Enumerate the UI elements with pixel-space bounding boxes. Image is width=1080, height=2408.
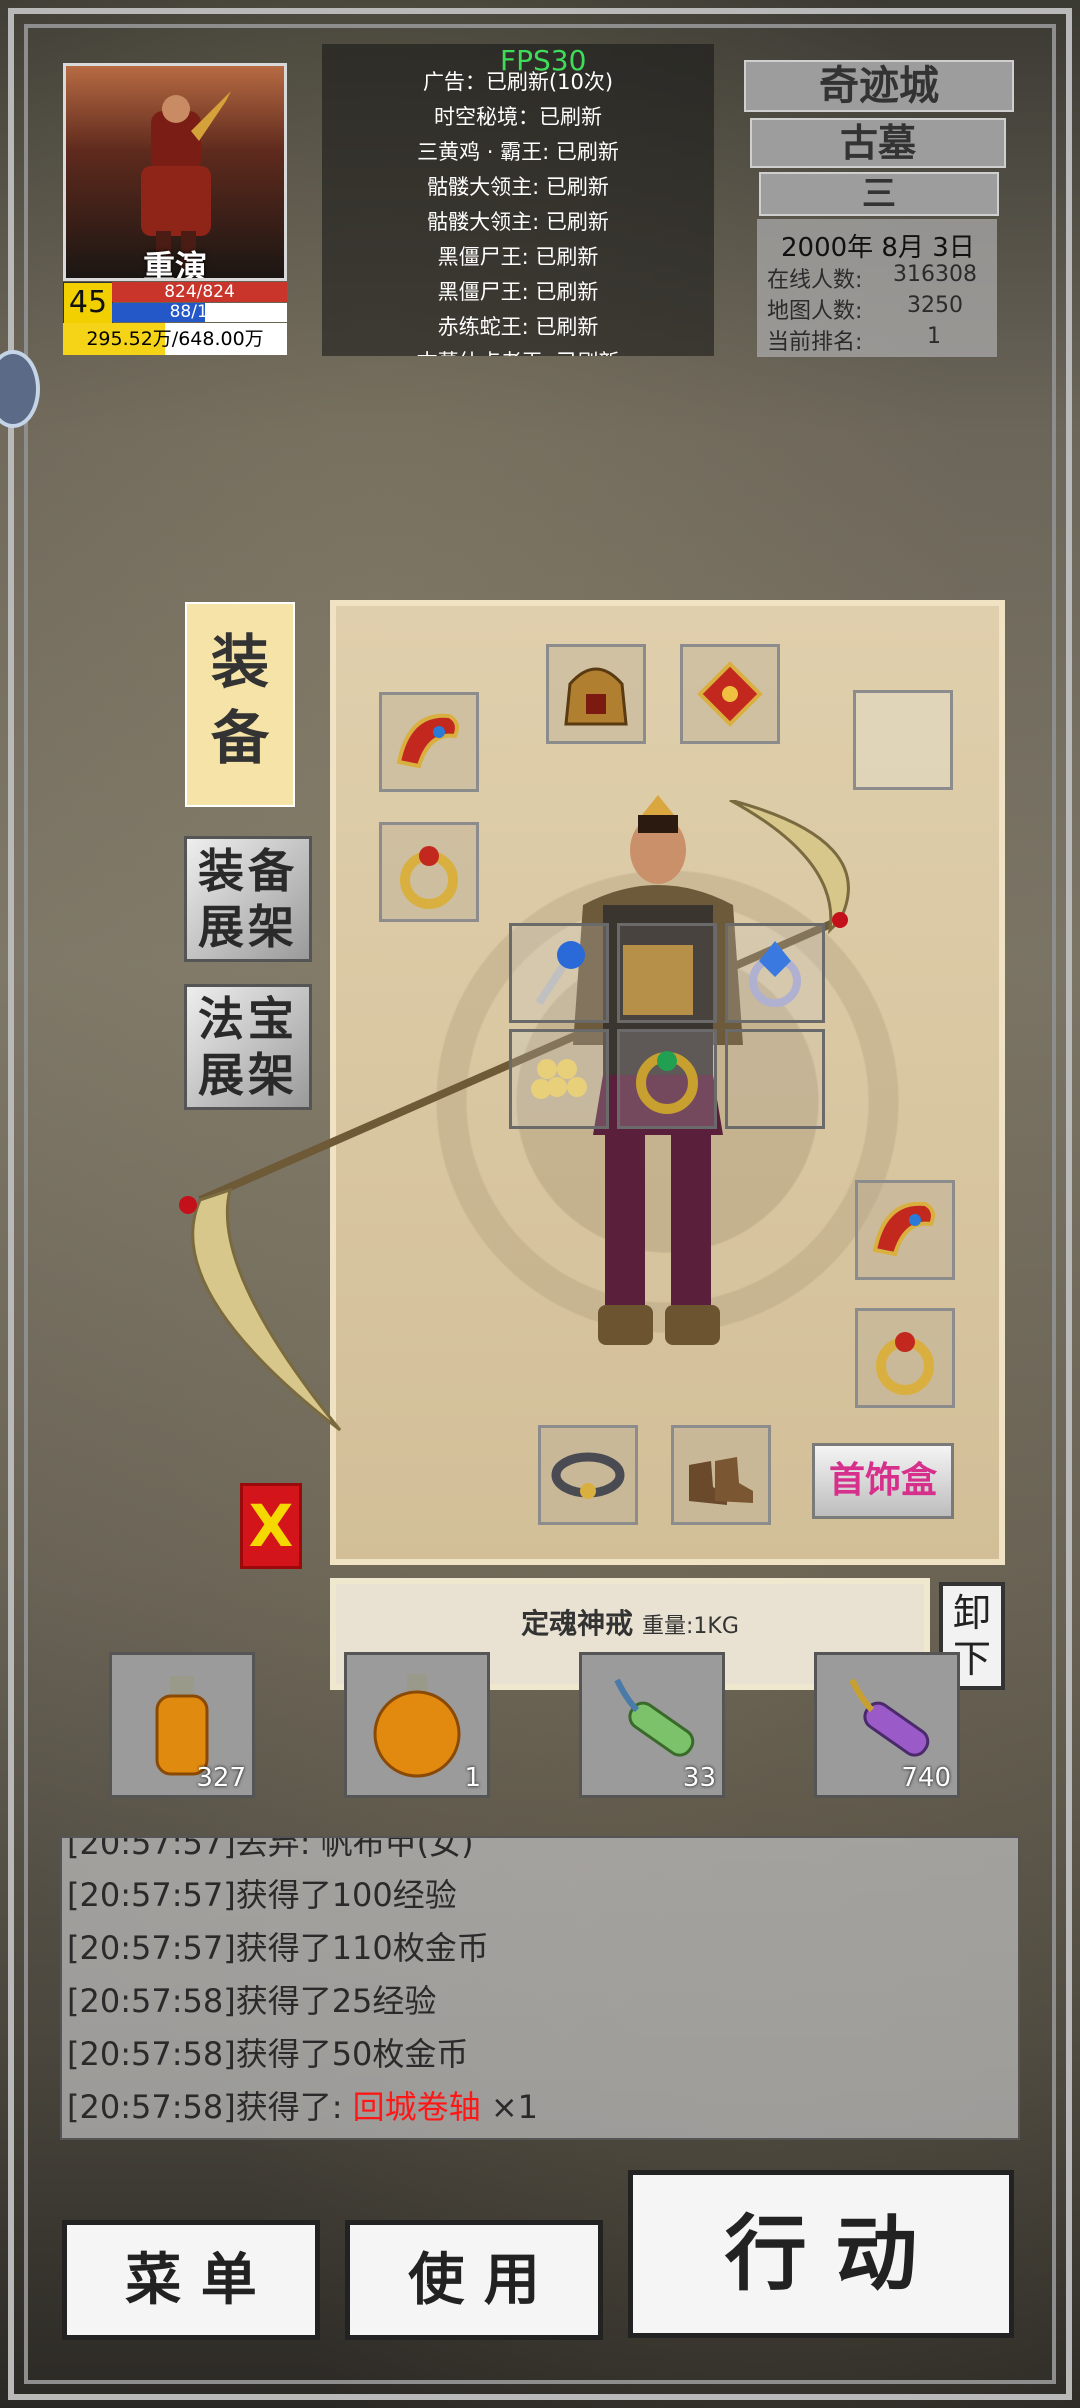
golden-helmet-icon xyxy=(564,667,628,726)
boss-line: 黑僵尸王: 已刷新 xyxy=(437,245,599,269)
unequip-label-top: 卸 xyxy=(952,1591,991,1635)
quick-slot-4[interactable]: 740 xyxy=(814,1652,960,1798)
rank-label: 当前排名: xyxy=(767,330,863,355)
quick-slot-count: 1 xyxy=(464,1763,481,1793)
player-level: 45 xyxy=(63,282,113,324)
rank-value: 1 xyxy=(927,324,941,349)
log-prefix: [20:57:58]获得了: xyxy=(67,2088,353,2126)
red-necklace-icon xyxy=(697,661,763,727)
quick-slot-count: 33 xyxy=(682,1763,716,1793)
boss-line: 骷髅大领主: 已刷新 xyxy=(427,210,609,234)
item-info-text: 定魂神戒 重量:1KG xyxy=(336,1602,924,1642)
slot-ring-selected[interactable] xyxy=(617,1029,717,1129)
log-line: [20:57:57]丢弃: 帆布甲(女) xyxy=(67,1836,474,1862)
log-line: [20:57:58]获得了50枚金币 xyxy=(67,2035,469,2073)
slot-gem[interactable] xyxy=(725,923,825,1023)
belt-icon xyxy=(551,1452,625,1499)
item-name: 定魂神戒 xyxy=(521,1607,634,1640)
action-button[interactable]: 行 动 xyxy=(628,2170,1014,2338)
golden-beads-icon xyxy=(531,1059,587,1099)
fps-counter: FPS30 xyxy=(500,44,587,77)
boss-line: 时空秘境：已刷新 xyxy=(434,105,602,129)
slot-belt-orb[interactable] xyxy=(509,1029,609,1129)
online-count: 316308 xyxy=(893,262,977,287)
online-label: 在线人数: xyxy=(767,268,863,293)
red-bracelet-icon xyxy=(872,1201,935,1257)
map-count-label: 地图人数: xyxy=(767,299,863,324)
log-line: [20:57:58]获得了25经验 xyxy=(67,1982,437,2020)
slot-medal[interactable] xyxy=(509,923,609,1023)
game-date: 2000年 8月 3日 xyxy=(781,233,975,263)
mp-value: 88/166 xyxy=(169,302,230,322)
slot-center-top[interactable] xyxy=(617,923,717,1023)
item-weight: 重量:1KG xyxy=(642,1614,739,1639)
menu-button[interactable]: 菜 单 xyxy=(62,2220,320,2340)
slot-center-right[interactable] xyxy=(725,1029,825,1129)
exp-bar: 295.52万/648.00万 xyxy=(63,323,287,355)
red-bracelet-icon xyxy=(396,713,459,769)
slot-ring-left[interactable] xyxy=(379,822,479,922)
slot-ring-right[interactable] xyxy=(855,1308,955,1408)
slot-helmet[interactable] xyxy=(546,644,646,744)
use-button[interactable]: 使 用 xyxy=(345,2220,603,2340)
slot-bracelet-left[interactable] xyxy=(379,692,479,792)
log-line: [20:57:57]获得了100经验 xyxy=(67,1876,457,1914)
boss-line: 骷髅大领主: 已刷新 xyxy=(427,175,609,199)
log-item-name: 回城卷轴 xyxy=(352,2088,481,2126)
slot-belt[interactable] xyxy=(538,1425,638,1525)
floor-name[interactable]: 三 xyxy=(759,172,999,216)
close-button[interactable]: X xyxy=(240,1483,302,1569)
log-suffix: ×1 xyxy=(480,2088,539,2126)
slot-empty[interactable] xyxy=(853,690,953,790)
server-info-panel: 2000年 8月 3日 在线人数: 316308 地图人数: 3250 当前排名… xyxy=(757,219,997,357)
player-portrait[interactable]: 重演 xyxy=(63,63,287,281)
log-line: [20:57:57]获得了110枚金币 xyxy=(67,1929,489,1967)
area-name[interactable]: 古墓 xyxy=(750,118,1006,168)
player-name: 重演 xyxy=(142,248,207,281)
city-name[interactable]: 奇迹城 xyxy=(744,60,1014,112)
slot-necklace[interactable] xyxy=(680,644,780,744)
boss-refresh-panel[interactable]: 广告：已刷新(10次) 时空秘境：已刷新 三黄鸡 · 霸王: 已刷新 骷髅大领主… xyxy=(322,44,714,356)
jade-gold-ring-icon xyxy=(636,1051,698,1114)
boss-line: 黑僵尸王: 已刷新 xyxy=(437,280,599,304)
message-log[interactable]: [20:57:57]丢弃: 帆布甲(女) [20:57:57]获得了100经验 … xyxy=(60,1836,1020,2140)
boss-line: 古墓仙点老王: 已刷新 xyxy=(322,346,714,356)
log-line-item: [20:57:58]获得了: 回城卷轴 ×1 xyxy=(67,2082,538,2128)
slot-boots[interactable] xyxy=(671,1425,771,1525)
gold-ring-icon xyxy=(876,1332,934,1395)
boss-line: 赤练蛇王: 已刷新 xyxy=(437,315,599,339)
tab-equipment-label-top: 装 xyxy=(210,628,269,696)
exp-value: 295.52万/648.00万 xyxy=(86,328,264,350)
quick-slot-count: 740 xyxy=(901,1763,951,1793)
blue-orb-staff-icon xyxy=(535,941,585,1006)
leather-boots-icon xyxy=(689,1457,753,1505)
gold-ring-icon xyxy=(400,846,458,909)
quick-slot-count: 327 xyxy=(196,1763,246,1793)
slot-bracelet-right[interactable] xyxy=(855,1180,955,1280)
quick-slot-2[interactable]: 1 xyxy=(344,1652,490,1798)
hp-bar: 824/824 xyxy=(112,282,287,302)
tab-equipment[interactable]: 装 备 xyxy=(185,602,295,807)
mp-bar: 88/166 xyxy=(112,303,287,322)
tab-equipment-label-bottom: 备 xyxy=(210,704,269,772)
map-count: 3250 xyxy=(907,293,963,318)
blue-crystal-ring-icon xyxy=(749,941,801,1007)
large-orange-potion-icon xyxy=(373,1674,461,1778)
jewelry-box-button[interactable]: 首饰盒 xyxy=(812,1443,954,1519)
quick-slot-3[interactable]: 33 xyxy=(579,1652,725,1798)
quick-slot-1[interactable]: 327 xyxy=(109,1652,255,1798)
boss-line: 三黄鸡 · 霸王: 已刷新 xyxy=(417,140,619,164)
